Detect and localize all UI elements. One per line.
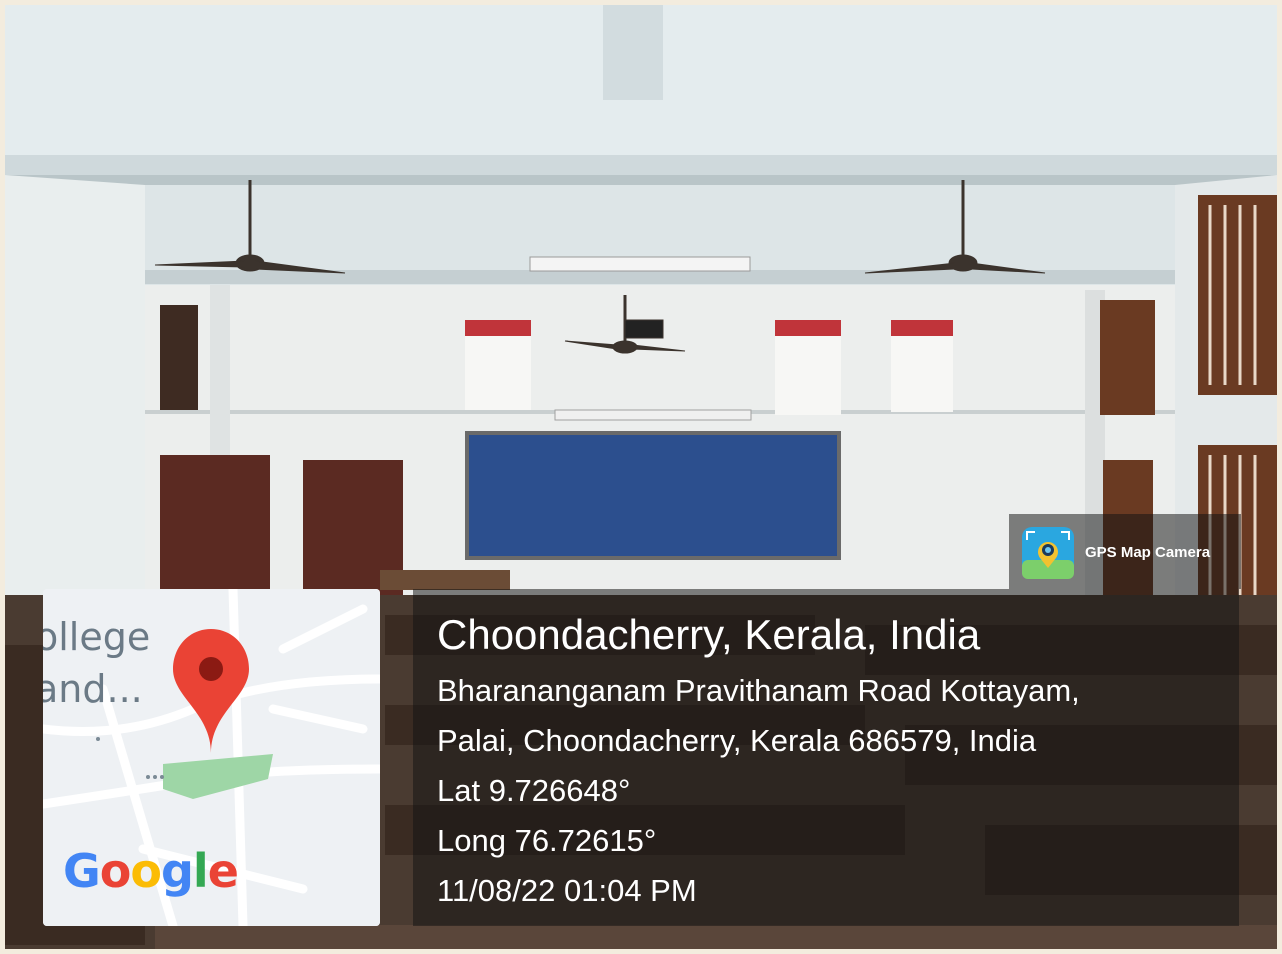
google-letter: g [160,844,194,898]
address-line-2: Palai, Choondacherry, Kerala 686579, Ind… [437,723,1037,758]
map-pin-icon [173,629,249,753]
address-line-1: Bharananganam Pravithanam Road Kottayam, [437,673,1080,708]
datetime: 11/08/22 01:04 PM [437,873,697,908]
app-badge: GPS Map Camera [1009,514,1241,589]
map-thumbnail[interactable]: ollege and... Google [43,589,380,926]
longitude: Long 76.72615° [437,823,657,858]
google-letter: o [130,844,162,898]
app-name: GPS Map Camera [1085,544,1211,561]
gps-map-camera-app-icon [1022,527,1074,579]
google-logo: Google [63,844,239,898]
place-name: Choondacherry, Kerala, India [437,611,981,658]
google-letter: l [192,844,209,898]
map-place-label: ollege and... [43,615,151,711]
google-letter: e [207,844,239,898]
photo-frame: ollege and... Google GPS Map Camera Choo… [5,5,1277,949]
google-letter: o [99,844,132,898]
google-letter: G [63,844,101,898]
latitude: Lat 9.726648° [437,773,631,808]
location-info-panel: Choondacherry, Kerala, India Bharanangan… [413,589,1239,926]
